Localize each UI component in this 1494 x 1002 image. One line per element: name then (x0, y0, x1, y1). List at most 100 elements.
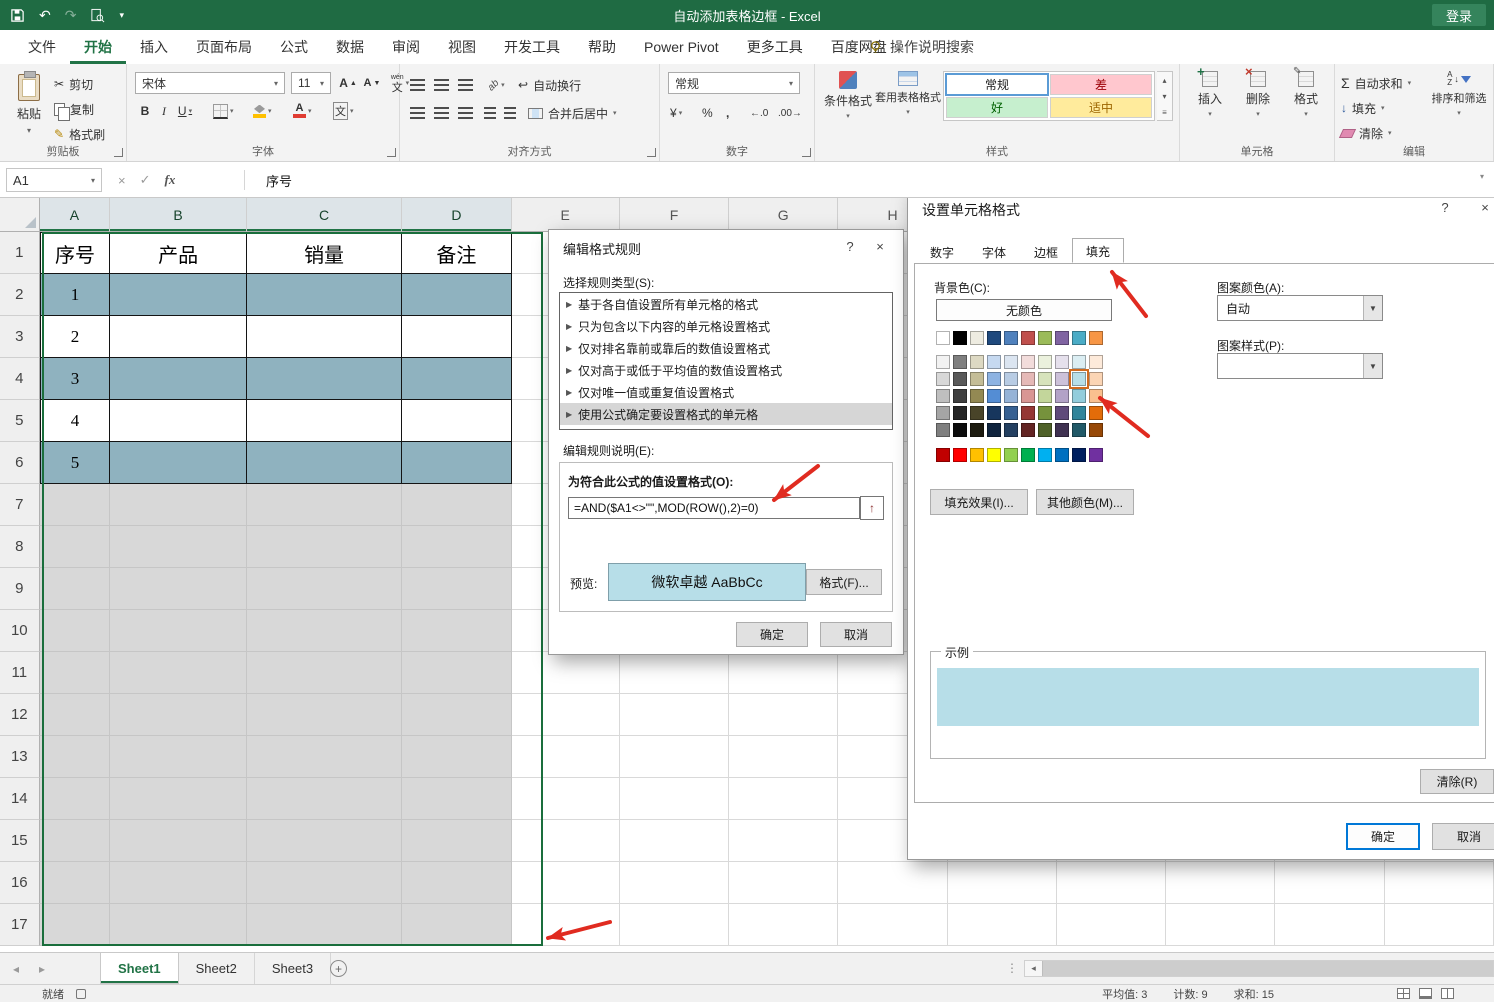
grid-cell[interactable] (40, 820, 111, 862)
palette-swatch[interactable] (1021, 331, 1035, 345)
insert-function-icon[interactable]: fx (165, 172, 176, 188)
row-header-17[interactable]: 17 (0, 904, 40, 946)
row-header-6[interactable]: 6 (0, 442, 40, 484)
row-header-9[interactable]: 9 (0, 568, 40, 610)
grid-cell[interactable] (729, 694, 838, 736)
grid-cell[interactable] (729, 904, 838, 946)
grid-cell[interactable] (838, 904, 947, 946)
percent-style-button[interactable]: % (702, 102, 713, 124)
dialog-tab-数字[interactable]: 数字 (916, 239, 968, 264)
add-sheet-button[interactable]: + (330, 960, 347, 977)
palette-swatch[interactable] (1072, 355, 1086, 369)
palette-swatch[interactable] (1055, 372, 1069, 386)
row-header-11[interactable]: 11 (0, 652, 40, 694)
palette-swatch[interactable] (1038, 355, 1052, 369)
grid-cell[interactable] (729, 820, 838, 862)
grid-cell[interactable] (620, 736, 729, 778)
font-dialog-launcher-icon[interactable] (387, 148, 396, 157)
name-box[interactable]: A1▾ (6, 168, 102, 192)
palette-swatch[interactable] (1089, 406, 1103, 420)
ribbon-tab-页面布局[interactable]: 页面布局 (182, 30, 266, 64)
tell-me-search[interactable]: 操作说明搜索 (868, 30, 974, 64)
ok-button[interactable]: 确定 (736, 622, 808, 647)
orientation-button[interactable]: ab▾ (488, 74, 505, 96)
palette-swatch[interactable] (953, 389, 967, 403)
grid-cell[interactable] (948, 862, 1057, 904)
rule-formula-input[interactable]: =AND($A1<>"",MOD(ROW(),2)=0) (568, 497, 860, 519)
grid-cell[interactable] (1166, 862, 1275, 904)
grid-cell[interactable] (1385, 904, 1494, 946)
grid-cell[interactable] (729, 736, 838, 778)
grid-cell[interactable] (247, 274, 402, 316)
column-header-F[interactable]: F (620, 198, 729, 232)
grid-cell[interactable]: 销量 (247, 232, 402, 274)
grid-cell[interactable] (512, 694, 620, 736)
grid-cell[interactable] (110, 736, 247, 778)
palette-swatch[interactable] (1089, 389, 1103, 403)
grid-cell[interactable]: 5 (40, 442, 111, 484)
grid-cell[interactable] (620, 862, 729, 904)
grid-cell[interactable]: 1 (40, 274, 111, 316)
align-top-button[interactable] (410, 74, 425, 96)
ribbon-tab-开始[interactable]: 开始 (70, 30, 126, 64)
palette-swatch[interactable] (1072, 331, 1086, 345)
underline-button[interactable]: U▾ (175, 100, 195, 122)
palette-swatch[interactable] (1004, 406, 1018, 420)
palette-swatch[interactable] (953, 423, 967, 437)
palette-swatch[interactable] (953, 448, 967, 462)
grid-cell[interactable] (40, 526, 111, 568)
palette-swatch[interactable] (936, 448, 950, 462)
more-colors-button[interactable]: 其他颜色(M)... (1036, 489, 1134, 515)
grid-cell[interactable] (247, 316, 402, 358)
scroll-left-icon[interactable]: ◂ (1025, 961, 1042, 976)
grid-cell[interactable] (620, 652, 729, 694)
scrollbar-thumb[interactable] (1042, 961, 1493, 976)
grid-cell[interactable] (110, 358, 247, 400)
grid-cell[interactable] (247, 568, 402, 610)
increase-indent-button[interactable] (504, 102, 516, 124)
grid-cell[interactable] (402, 610, 511, 652)
palette-swatch[interactable] (1089, 355, 1103, 369)
grid-cell[interactable] (40, 610, 111, 652)
close-icon[interactable]: × (1472, 197, 1494, 217)
grid-cell[interactable] (110, 442, 247, 484)
grid-cell[interactable]: 3 (40, 358, 111, 400)
horizontal-scrollbar[interactable]: ◂ (1024, 960, 1494, 977)
palette-swatch[interactable] (987, 331, 1001, 345)
palette-swatch[interactable] (1072, 389, 1086, 403)
grid-cell[interactable] (402, 862, 511, 904)
palette-swatch[interactable] (936, 406, 950, 420)
grid-cell[interactable] (512, 862, 620, 904)
grid-cell[interactable] (729, 652, 838, 694)
palette-swatch[interactable] (953, 406, 967, 420)
grid-cell[interactable] (247, 400, 402, 442)
font-size-combo[interactable]: 11▾ (291, 72, 331, 94)
fill-effects-button[interactable]: 填充效果(I)... (930, 489, 1028, 515)
palette-swatch[interactable] (1055, 448, 1069, 462)
palette-swatch[interactable] (1072, 423, 1086, 437)
sort-filter-button[interactable]: AZ↓ 排序和筛选 ▾ (1427, 71, 1491, 117)
row-header-4[interactable]: 4 (0, 358, 40, 400)
formula-input[interactable]: 序号 (252, 168, 1464, 192)
dialog-tab-边框[interactable]: 边框 (1020, 239, 1072, 264)
grid-cell[interactable]: 2 (40, 316, 111, 358)
grid-cell[interactable]: 产品 (110, 232, 247, 274)
column-header-E[interactable]: E (512, 198, 620, 232)
undo-icon[interactable]: ↶ (39, 7, 51, 24)
grid-cell[interactable] (110, 316, 247, 358)
autosum-button[interactable]: Σ自动求和▾ (1341, 71, 1411, 95)
ribbon-tab-公式[interactable]: 公式 (266, 30, 322, 64)
grid-cell[interactable] (402, 904, 511, 946)
palette-swatch[interactable] (970, 331, 984, 345)
grid-cell[interactable] (247, 652, 402, 694)
ribbon-tab-更多工具[interactable]: 更多工具 (733, 30, 817, 64)
palette-swatch[interactable] (1004, 355, 1018, 369)
align-middle-button[interactable] (434, 74, 449, 96)
character-border-button[interactable]: 文▾ (333, 100, 354, 122)
grid-cell[interactable] (110, 610, 247, 652)
grid-cell[interactable] (402, 736, 511, 778)
dialog-tab-字体[interactable]: 字体 (968, 239, 1020, 264)
grid-cell[interactable] (247, 610, 402, 652)
dialog-tab-填充[interactable]: 填充 (1072, 238, 1124, 263)
grid-cell[interactable]: 4 (40, 400, 111, 442)
